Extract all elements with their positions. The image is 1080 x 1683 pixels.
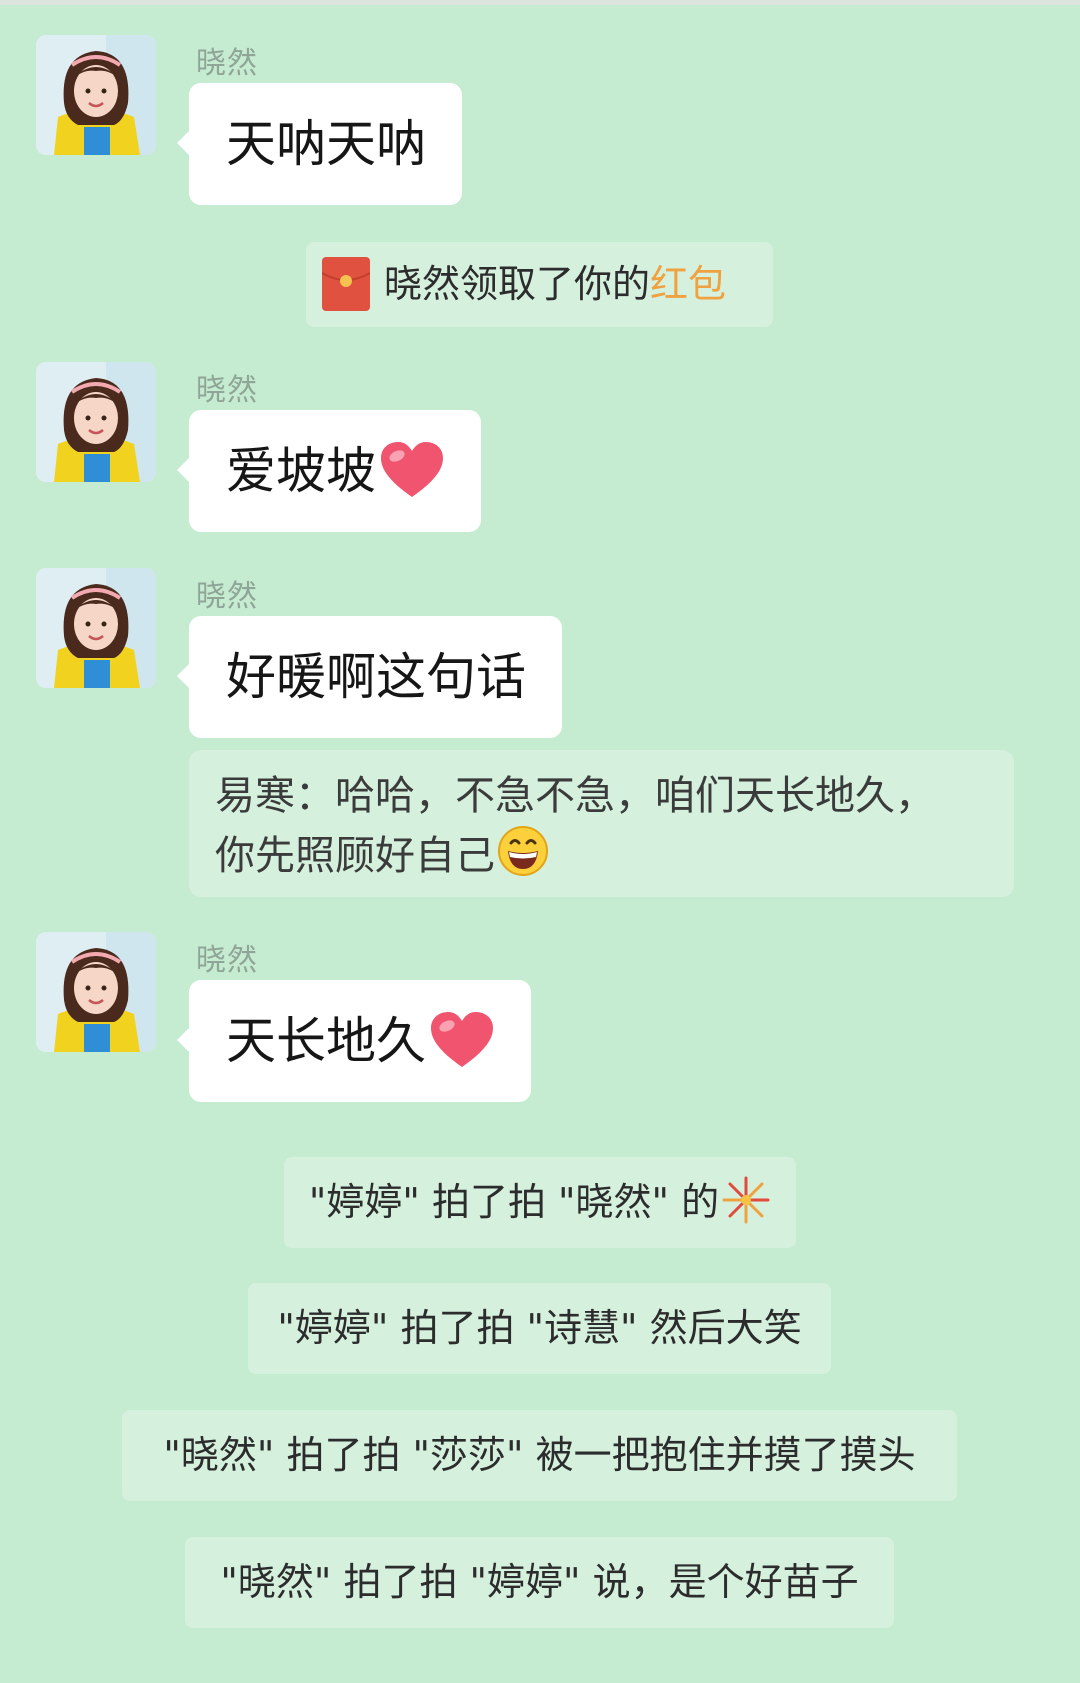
quote-line-1: 易寒：哈哈，不急不急，咱们天长地久， (215, 773, 935, 819)
sender-name: 晓然 (196, 579, 258, 614)
pat-notice: "婷婷" 拍了拍 "晓然" 的 (284, 1157, 796, 1248)
pat-notice: "晓然" 拍了拍 "莎莎" 被一把抱住并摸了摸头 (122, 1410, 957, 1501)
sender-name: 晓然 (196, 46, 258, 81)
pat-notice: "婷婷" 拍了拍 "诗慧" 然后大笑 (248, 1283, 831, 1374)
sender-avatar[interactable] (36, 362, 156, 482)
pat-notice-text: "晓然" 拍了拍 "婷婷" 说，是个好苗子 (220, 1560, 859, 1604)
grinning-emoji-icon (497, 825, 549, 893)
pat-notice-text: "婷婷" 拍了拍 "晓然" 的 (308, 1180, 720, 1224)
heart-emoji-icon (429, 991, 495, 1113)
pat-notice-text: "晓然" 拍了拍 "莎莎" 被一把抱住并摸了摸头 (163, 1433, 916, 1477)
quoted-message[interactable]: 易寒：哈哈，不急不急，咱们天长地久， 你先照顾好自己 (189, 750, 1014, 897)
top-divider (0, 0, 1080, 5)
message-text: 天长地久 (226, 1012, 426, 1070)
quote-line-2: 你先照顾好自己 (215, 833, 495, 879)
message-bubble[interactable]: 天长地久 (177, 980, 531, 1102)
message-bubble[interactable]: 天呐天呐 (177, 83, 462, 205)
message-text: 天呐天呐 (226, 115, 426, 173)
heart-emoji-icon (379, 421, 445, 543)
firework-emoji-icon (721, 1167, 771, 1258)
sender-name: 晓然 (196, 943, 258, 978)
red-packet-icon (321, 256, 371, 341)
red-packet-link[interactable]: 红包 (650, 262, 726, 306)
message-bubble[interactable]: 爱坡坡 (177, 410, 481, 532)
pat-notice-text: "婷婷" 拍了拍 "诗慧" 然后大笑 (277, 1306, 802, 1350)
red-packet-notice-text: 晓然领取了你的 (384, 262, 651, 306)
sender-avatar[interactable] (36, 35, 156, 155)
message-text: 好暖啊这句话 (226, 648, 526, 706)
sender-avatar[interactable] (36, 932, 156, 1052)
message-bubble[interactable]: 好暖啊这句话 (177, 616, 562, 738)
message-text: 爱坡坡 (226, 442, 376, 500)
sender-name: 晓然 (196, 373, 258, 408)
sender-avatar[interactable] (36, 568, 156, 688)
red-packet-notice: 晓然领取了你的红包 (306, 242, 773, 327)
pat-notice: "晓然" 拍了拍 "婷婷" 说，是个好苗子 (185, 1537, 894, 1628)
